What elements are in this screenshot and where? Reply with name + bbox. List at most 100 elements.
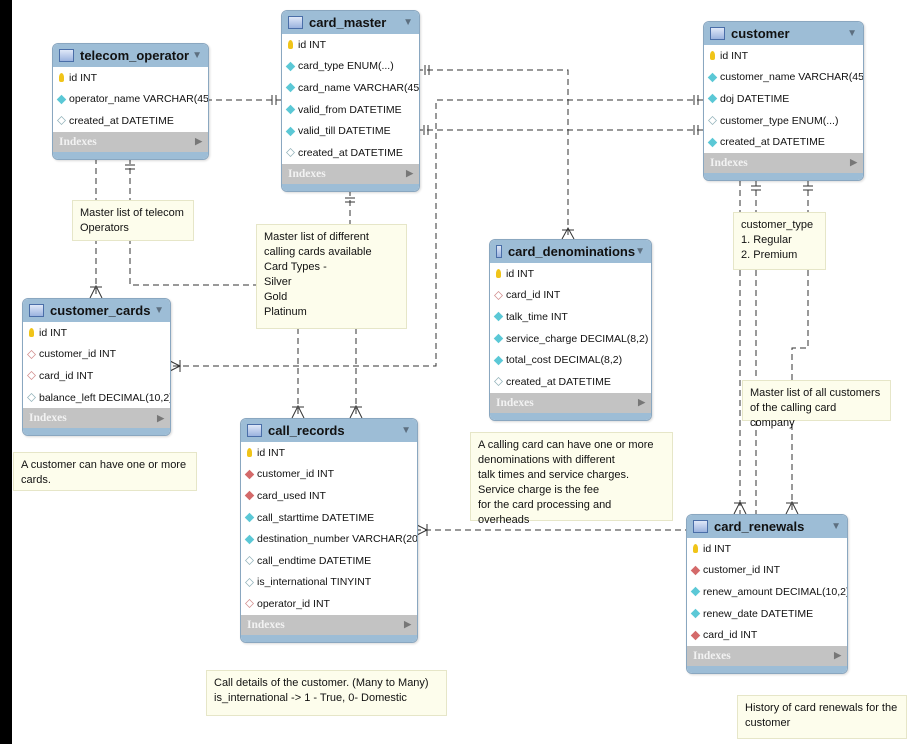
column-label: card_id INT xyxy=(703,629,758,642)
collapse-arrow-icon[interactable]: ▼ xyxy=(403,17,413,28)
column-row[interactable]: call_endtime DATETIME xyxy=(241,550,417,572)
column-row[interactable]: talk_time INT xyxy=(490,306,651,328)
column-row[interactable]: id INT xyxy=(241,442,417,464)
column-row[interactable]: created_at DATETIME xyxy=(53,110,208,132)
indexes-section[interactable]: Indexes ▶ xyxy=(490,392,651,413)
column-row[interactable]: operator_name VARCHAR(45) xyxy=(53,89,208,111)
column-row[interactable]: is_international TINYINT xyxy=(241,572,417,594)
column-row[interactable]: id INT xyxy=(23,322,170,344)
column-row[interactable]: destination_number VARCHAR(20) xyxy=(241,528,417,550)
collapse-arrow-icon[interactable]: ▼ xyxy=(401,425,411,436)
table-card-renewals[interactable]: card_renewals ▼ id INT customer_id INT renew… xyxy=(686,514,848,674)
column-row[interactable]: service_charge DECIMAL(8,2) xyxy=(490,328,651,350)
not-null-column-icon xyxy=(493,312,504,322)
column-label: id INT xyxy=(720,49,749,62)
indexes-section[interactable]: Indexes ▶ xyxy=(687,645,847,666)
note[interactable]: Call details of the customer. (Many to M… xyxy=(206,670,447,716)
indexes-section[interactable]: Indexes ▶ xyxy=(23,408,170,429)
indexes-section[interactable]: Indexes ▶ xyxy=(241,614,417,635)
note[interactable]: Master list of telecom Operators xyxy=(72,200,194,241)
column-row[interactable]: customer_type ENUM(...) xyxy=(704,110,863,132)
column-row[interactable]: card_used INT xyxy=(241,485,417,507)
table-customer[interactable]: customer ▼ id INT customer_name VARCHAR(45)… xyxy=(703,21,864,181)
expand-arrow-icon[interactable]: ▶ xyxy=(834,650,841,661)
collapse-arrow-icon[interactable]: ▼ xyxy=(192,50,202,61)
table-header[interactable]: card_renewals ▼ xyxy=(687,515,847,538)
table-telecom-operator[interactable]: telecom_operator ▼ id INT operator_name VAR… xyxy=(52,43,209,160)
expand-arrow-icon[interactable]: ▶ xyxy=(850,157,857,168)
nullable-foreign-key-icon xyxy=(494,290,503,300)
table-card-denominations[interactable]: card_denominations ▼id INT card_id INT talk… xyxy=(489,239,652,421)
column-label: balance_left DECIMAL(10,2) xyxy=(39,391,171,404)
column-row[interactable]: created_at DATETIME xyxy=(282,142,419,164)
table-header[interactable]: call_records ▼ xyxy=(241,419,417,442)
table-header[interactable]: telecom_operator ▼ xyxy=(53,44,208,67)
column-row[interactable]: customer_id INT xyxy=(687,560,847,582)
column-label: customer_id INT xyxy=(257,468,335,481)
table-footer xyxy=(282,183,419,191)
column-row[interactable]: id INT xyxy=(687,538,847,560)
indexes-section[interactable]: Indexes ▶ xyxy=(282,163,419,184)
column-row[interactable]: created_at DATETIME xyxy=(704,131,863,153)
table-header[interactable]: customer_cards ▼ xyxy=(23,299,170,322)
table-call-records[interactable]: call_records ▼ id INT customer_id INT card_u… xyxy=(240,418,418,643)
column-row[interactable]: doj DATETIME xyxy=(704,88,863,110)
column-row[interactable]: customer_id INT xyxy=(241,464,417,486)
column-row[interactable]: card_id INT xyxy=(687,624,847,646)
column-row[interactable]: card_name VARCHAR(45) xyxy=(282,77,419,99)
column-row[interactable]: id INT xyxy=(282,34,419,56)
not-null-column-icon xyxy=(56,94,67,105)
column-row[interactable]: card_type ENUM(...) xyxy=(282,56,419,78)
nullable-column-icon xyxy=(286,148,295,158)
expand-arrow-icon[interactable]: ▶ xyxy=(404,619,411,630)
note[interactable]: Master list of different calling cards a… xyxy=(256,224,407,329)
column-label: renew_amount DECIMAL(10,2) xyxy=(703,585,848,598)
indexes-section[interactable]: Indexes ▶ xyxy=(53,131,208,152)
column-row[interactable]: call_starttime DATETIME xyxy=(241,507,417,529)
table-icon xyxy=(247,424,262,437)
collapse-arrow-icon[interactable]: ▼ xyxy=(154,305,164,316)
indexes-section[interactable]: Indexes ▶ xyxy=(704,152,863,173)
column-row[interactable]: customer_id INT xyxy=(23,344,170,366)
note[interactable]: A calling card can have one or more deno… xyxy=(470,432,673,526)
note[interactable]: A customer can have one or more cards. xyxy=(13,452,197,491)
primary-key-icon xyxy=(288,40,293,50)
table-customer-cards[interactable]: customer_cards ▼ id INT customer_id INT card… xyxy=(22,298,171,437)
column-row[interactable]: id INT xyxy=(490,263,651,285)
expand-arrow-icon[interactable]: ▶ xyxy=(157,413,164,424)
column-row[interactable]: total_cost DECIMAL(8,2) xyxy=(490,349,651,371)
not-null-column-icon xyxy=(285,61,296,72)
note[interactable]: Master list of all customers of the call… xyxy=(742,380,891,429)
column-row[interactable]: created_at DATETIME xyxy=(490,371,651,393)
table-header[interactable]: card_master ▼ xyxy=(282,11,419,34)
expand-arrow-icon[interactable]: ▶ xyxy=(195,136,202,147)
collapse-arrow-icon[interactable]: ▼ xyxy=(831,521,841,532)
column-row[interactable]: balance_left DECIMAL(10,2) xyxy=(23,387,170,409)
column-row[interactable]: id INT xyxy=(53,67,208,89)
column-row[interactable]: card_id INT xyxy=(23,365,170,387)
table-header[interactable]: card_denominations ▼ xyxy=(490,240,651,263)
table-card-master[interactable]: card_master ▼ id INT card_type ENUM(...) car… xyxy=(281,10,420,192)
column-label: card_id INT xyxy=(39,369,94,382)
not-null-column-icon xyxy=(285,104,296,115)
column-row[interactable]: valid_till DATETIME xyxy=(282,120,419,142)
column-label: id INT xyxy=(506,267,535,280)
expand-arrow-icon[interactable]: ▶ xyxy=(406,168,413,179)
column-row[interactable]: operator_id INT xyxy=(241,593,417,615)
nullable-column-icon xyxy=(708,116,717,126)
column-row[interactable]: id INT xyxy=(704,45,863,67)
expand-arrow-icon[interactable]: ▶ xyxy=(638,397,645,408)
column-row[interactable]: renew_amount DECIMAL(10,2) xyxy=(687,581,847,603)
column-row[interactable]: card_id INT xyxy=(490,285,651,307)
column-row[interactable]: valid_from DATETIME xyxy=(282,99,419,121)
note[interactable]: History of card renewals for the custome… xyxy=(737,695,907,739)
note[interactable]: customer_type 1. Regular 2. Premium xyxy=(733,212,826,270)
collapse-arrow-icon[interactable]: ▼ xyxy=(635,246,645,257)
column-row[interactable]: customer_name VARCHAR(45) xyxy=(704,67,863,89)
collapse-arrow-icon[interactable]: ▼ xyxy=(847,28,857,39)
column-label: service_charge DECIMAL(8,2) xyxy=(506,332,649,345)
column-row[interactable]: renew_date DATETIME xyxy=(687,603,847,625)
foreign-key-icon xyxy=(244,491,255,501)
table-header[interactable]: customer ▼ xyxy=(704,22,863,45)
table-name: card_renewals xyxy=(714,519,805,534)
